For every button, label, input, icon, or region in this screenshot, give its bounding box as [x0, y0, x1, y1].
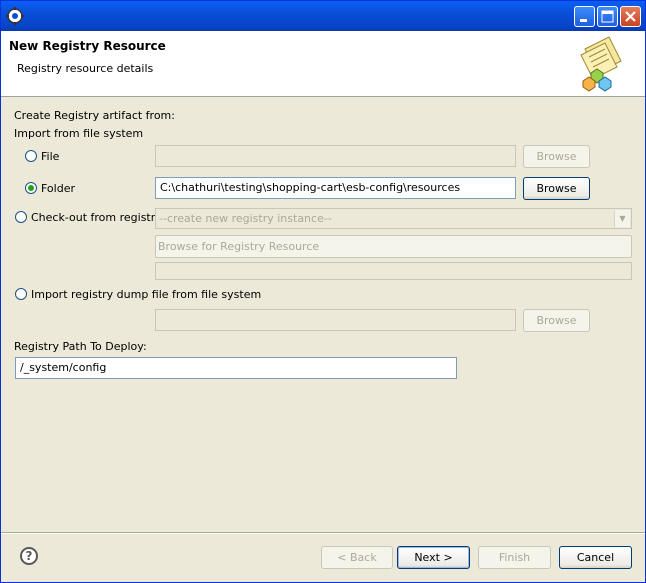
cancel-button[interactable]: Cancel	[559, 546, 632, 569]
create-from-label: Create Registry artifact from:	[14, 109, 175, 122]
chevron-down-icon: ▼	[614, 210, 630, 227]
checkout-registry-radio[interactable]	[15, 211, 27, 223]
folder-radio-label[interactable]: Folder	[41, 182, 75, 195]
file-radio[interactable]	[25, 150, 37, 162]
dump-browse-button: Browse	[523, 309, 590, 332]
import-filesystem-label: Import from file system	[14, 127, 144, 140]
maximize-button[interactable]	[597, 6, 618, 27]
registry-instance-value: --create new registry instance--	[159, 212, 332, 225]
radio-selected-dot	[28, 185, 34, 191]
minimize-button[interactable]	[574, 6, 595, 27]
close-icon	[625, 11, 636, 22]
wizard-window: New Registry Resource Registry resource …	[0, 0, 646, 583]
browse-registry-resource-button: Browse for Registry Resource	[155, 235, 632, 258]
file-browse-button: Browse	[523, 145, 590, 168]
checkout-registry-label[interactable]: Check-out from registry	[31, 211, 162, 224]
import-dump-label[interactable]: Import registry dump file from file syst…	[31, 288, 261, 301]
wizard-banner: New Registry Resource Registry resource …	[1, 31, 645, 97]
back-button: < Back	[321, 546, 393, 569]
registry-path-label: Registry Path To Deploy:	[14, 340, 147, 353]
footer-divider	[1, 532, 645, 534]
registry-resource-wizard-icon	[580, 36, 622, 92]
registry-instance-select: --create new registry instance-- ▼	[155, 208, 632, 229]
file-path-field	[155, 145, 516, 167]
dump-path-field	[155, 309, 516, 331]
page-title: New Registry Resource	[9, 39, 166, 53]
help-icon[interactable]: ?	[20, 547, 38, 565]
file-radio-label[interactable]: File	[41, 150, 59, 163]
registry-path-field[interactable]: /_system/config	[15, 357, 457, 379]
next-button[interactable]: Next >	[397, 546, 470, 569]
page-subtitle: Registry resource details	[17, 62, 154, 75]
minimize-icon	[580, 19, 587, 22]
maximize-icon	[601, 10, 614, 23]
registry-resource-field	[155, 262, 632, 280]
eclipse-gear-icon	[6, 7, 24, 25]
import-dump-radio[interactable]	[15, 288, 27, 300]
title-bar[interactable]	[1, 1, 645, 31]
finish-button: Finish	[478, 546, 551, 569]
folder-path-field[interactable]: C:\chathuri\testing\shopping-cart\esb-co…	[155, 177, 516, 199]
close-button[interactable]	[620, 6, 641, 27]
folder-browse-button[interactable]: Browse	[523, 177, 590, 200]
folder-radio[interactable]	[25, 182, 37, 194]
